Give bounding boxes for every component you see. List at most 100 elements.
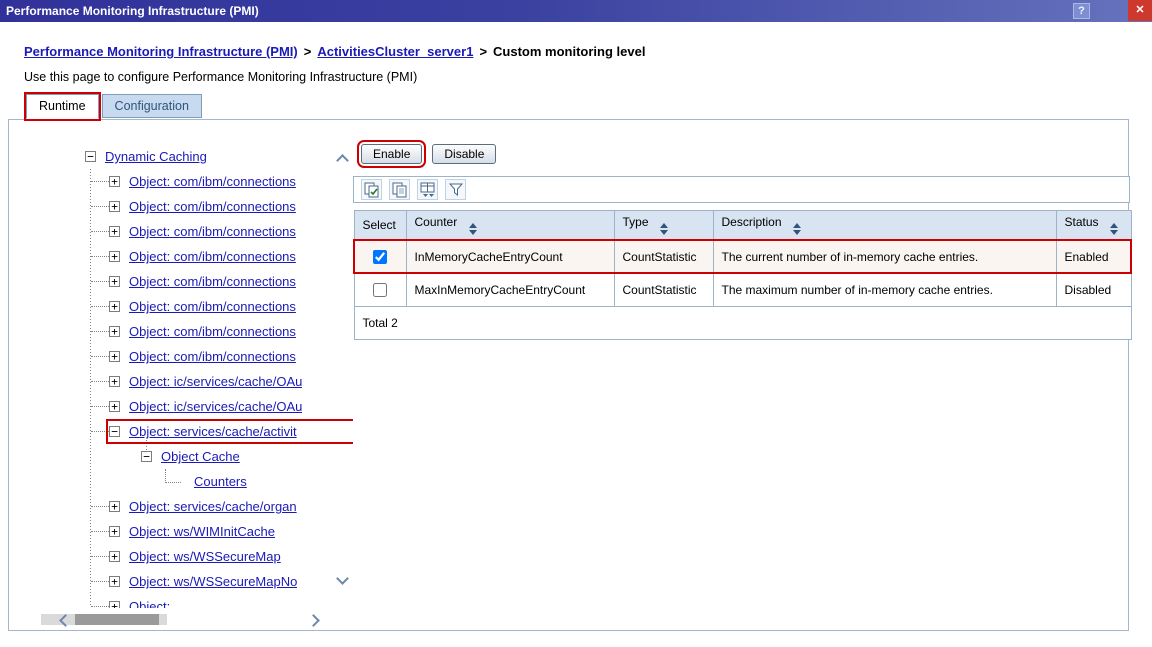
tree-item-link[interactable]: Object: com/ibm/connections <box>129 299 296 314</box>
tree-item-link[interactable]: Object: com/ibm/connections <box>129 199 296 214</box>
tree-item-link[interactable]: Object: com/ibm/connections <box>129 349 296 364</box>
tab-runtime[interactable]: Runtime <box>26 94 99 119</box>
scroll-right-icon[interactable] <box>307 614 320 627</box>
header-description-label: Description <box>722 215 782 229</box>
tree-item: Counters <box>21 469 353 494</box>
tree-item-link[interactable]: Counters <box>194 474 247 489</box>
tree-connector <box>91 581 109 582</box>
tree-item-link[interactable]: Object: ws/WIMInitCache <box>129 524 275 539</box>
breadcrumb-separator: > <box>479 44 487 59</box>
expand-icon[interactable]: + <box>109 276 120 287</box>
tab-configuration[interactable]: Configuration <box>102 94 202 118</box>
row-checkbox[interactable] <box>373 250 387 264</box>
clear-filter-button[interactable] <box>445 179 466 200</box>
header-counter: Counter <box>406 211 614 241</box>
cell-description: The current number of in-memory cache en… <box>713 240 1056 273</box>
tree-item-link[interactable]: Object: ic/services/cache/OAu <box>129 374 302 389</box>
collapse-icon[interactable]: − <box>109 426 120 437</box>
breadcrumb-link-pmi[interactable]: Performance Monitoring Infrastructure (P… <box>24 44 298 59</box>
tree-item: + Object: com/ibm/connections <box>21 169 353 194</box>
expand-icon[interactable]: + <box>109 576 120 587</box>
tree-item-clipped: + Object: <box>21 594 353 608</box>
tree-item-link[interactable]: Object: <box>129 599 170 608</box>
table-toolbar <box>353 176 1130 203</box>
tree-item-link[interactable]: Dynamic Caching <box>105 149 207 164</box>
header-status-label: Status <box>1065 215 1099 229</box>
tree-item-link[interactable]: Object: ic/services/cache/OAu <box>129 399 302 414</box>
pmi-module-tree: − Dynamic Caching + Object: com/ibm/conn… <box>21 140 353 608</box>
expand-icon[interactable]: + <box>109 601 120 608</box>
table-row-selected: InMemoryCacheEntryCount CountStatistic T… <box>354 240 1131 273</box>
tree-item-link[interactable]: Object: com/ibm/connections <box>129 174 296 189</box>
header-status: Status <box>1056 211 1131 241</box>
show-filter-button[interactable] <box>417 179 438 200</box>
total-label: Total 2 <box>354 306 1131 339</box>
tree-elbow-connector <box>165 469 181 483</box>
tree-connector <box>91 556 109 557</box>
tree-connector <box>91 281 109 282</box>
show-filter-icon <box>419 181 437 199</box>
expand-icon[interactable]: + <box>109 326 120 337</box>
sort-icon[interactable] <box>469 223 477 235</box>
expand-icon[interactable]: + <box>109 351 120 362</box>
collapse-icon[interactable]: − <box>141 451 152 462</box>
window-title: Performance Monitoring Infrastructure (P… <box>6 4 259 18</box>
tree-item-link[interactable]: Object: ws/WSSecureMapNo <box>129 574 297 589</box>
tree-item: + Object: com/ibm/connections <box>21 269 353 294</box>
select-all-button[interactable] <box>361 179 382 200</box>
collapse-icon[interactable]: − <box>85 151 96 162</box>
tree-connector <box>91 206 109 207</box>
cell-counter: MaxInMemoryCacheEntryCount <box>406 273 614 306</box>
tree-item-link[interactable]: Object: com/ibm/connections <box>129 324 296 339</box>
sort-icon[interactable] <box>1110 223 1118 235</box>
expand-icon[interactable]: + <box>109 551 120 562</box>
tree-connector <box>91 606 109 607</box>
breadcrumb-link-server[interactable]: ActivitiesCluster_server1 <box>317 44 473 59</box>
expand-icon[interactable]: + <box>109 401 120 412</box>
tree-connector <box>91 231 109 232</box>
expand-icon[interactable]: + <box>109 301 120 312</box>
expand-icon[interactable]: + <box>109 201 120 212</box>
header-type-label: Type <box>623 215 649 229</box>
window-titlebar: Performance Monitoring Infrastructure (P… <box>0 0 1152 22</box>
sort-icon[interactable] <box>793 223 801 235</box>
expand-icon[interactable]: + <box>109 176 120 187</box>
breadcrumb-separator: > <box>304 44 312 59</box>
row-checkbox[interactable] <box>373 283 387 297</box>
table-row: MaxInMemoryCacheEntryCount CountStatisti… <box>354 273 1131 306</box>
tree-item-link[interactable]: Object: com/ibm/connections <box>129 224 296 239</box>
expand-icon[interactable]: + <box>109 226 120 237</box>
tree-item-link[interactable]: Object Cache <box>161 449 240 464</box>
tree-item: − Object Cache <box>21 444 353 469</box>
deselect-all-button[interactable] <box>389 179 410 200</box>
tree-item-link[interactable]: Object: com/ibm/connections <box>129 249 296 264</box>
tree-item: + Object: com/ibm/connections <box>21 194 353 219</box>
scrollbar-thumb[interactable] <box>75 614 159 625</box>
tree-item-link[interactable]: Object: com/ibm/connections <box>129 274 296 289</box>
expand-icon[interactable]: + <box>109 526 120 537</box>
tree-item: + Object: ws/WSSecureMapNo <box>21 569 353 594</box>
tree-item: + Object: com/ibm/connections <box>21 294 353 319</box>
cell-description: The maximum number of in-memory cache en… <box>713 273 1056 306</box>
tree-item-link[interactable]: Object: services/cache/activit <box>129 424 297 439</box>
tree-connector <box>91 406 109 407</box>
cell-status: Disabled <box>1056 273 1131 306</box>
expand-icon[interactable]: + <box>109 501 120 512</box>
tree-item: + Object: com/ibm/connections <box>21 244 353 269</box>
enable-button[interactable]: Enable <box>361 144 422 164</box>
breadcrumb-current: Custom monitoring level <box>493 44 645 59</box>
expand-icon[interactable]: + <box>109 376 120 387</box>
tree-item: + Object: ic/services/cache/OAu <box>21 369 353 394</box>
expand-icon[interactable]: + <box>109 251 120 262</box>
tree-item-link[interactable]: Object: ws/WSSecureMap <box>129 549 281 564</box>
help-icon[interactable]: ? <box>1073 3 1090 19</box>
cell-status: Enabled <box>1056 240 1131 273</box>
close-icon[interactable]: ✕ <box>1128 0 1152 21</box>
disable-button[interactable]: Disable <box>432 144 496 164</box>
sort-icon[interactable] <box>660 223 668 235</box>
action-buttons: Enable Disable <box>353 140 1130 168</box>
breadcrumb: Performance Monitoring Infrastructure (P… <box>24 44 645 59</box>
content-panel: − Dynamic Caching + Object: com/ibm/conn… <box>8 119 1129 631</box>
tree-item: + Object: services/cache/organ <box>21 494 353 519</box>
tree-item-link[interactable]: Object: services/cache/organ <box>129 499 297 514</box>
